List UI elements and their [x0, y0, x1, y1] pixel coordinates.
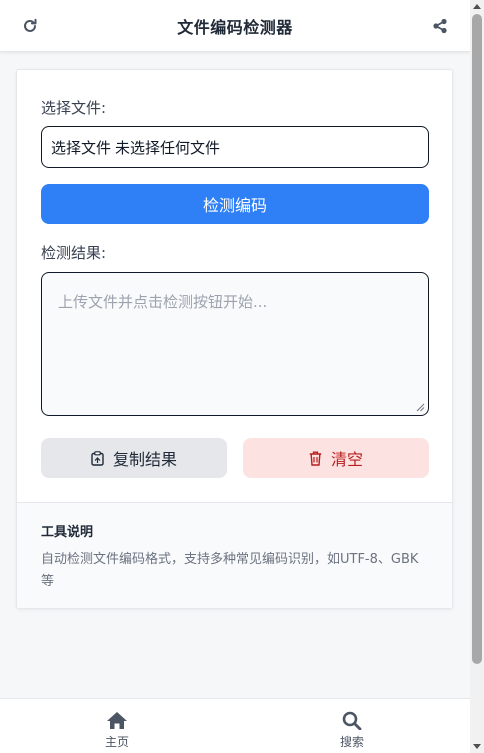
nav-search[interactable]: 搜索: [322, 711, 382, 750]
detector-card: 选择文件: 选择文件 未选择任何文件 检测编码 检测结果: 上传文件并点击检测按…: [16, 69, 453, 609]
vertical-scrollbar[interactable]: [470, 0, 484, 753]
clear-label: 清空: [330, 450, 363, 469]
detect-encoding-button[interactable]: 检测编码: [41, 184, 429, 224]
scroll-down-arrow-icon[interactable]: [473, 744, 481, 749]
file-label: 选择文件:: [41, 99, 107, 117]
tool-info-title: 工具说明: [41, 525, 94, 540]
result-textarea[interactable]: 上传文件并点击检测按钮开始...: [41, 272, 429, 416]
clipboard-icon: [91, 450, 104, 466]
choose-file-button[interactable]: 选择文件: [51, 137, 111, 158]
copy-result-button[interactable]: 复制结果: [41, 438, 227, 478]
trash-icon: [309, 451, 322, 466]
refresh-button[interactable]: [20, 16, 40, 36]
bottom-navigation: 主页 搜索: [0, 698, 470, 753]
home-icon: [107, 712, 127, 729]
nav-home-label: 主页: [104, 735, 129, 749]
scroll-up-arrow-icon[interactable]: [473, 4, 481, 9]
nav-search-label: 搜索: [339, 735, 364, 749]
search-icon: [342, 711, 362, 730]
nav-home[interactable]: 主页: [87, 711, 147, 750]
tool-info-section: 工具说明 自动检测文件编码格式，支持多种常见编码识别，如UTF-8、GBK等: [17, 502, 452, 608]
tool-info-description: 自动检测文件编码格式，支持多种常见编码识别，如UTF-8、GBK等: [41, 552, 419, 589]
result-placeholder: 上传文件并点击检测按钮开始...: [58, 293, 268, 311]
page-title: 文件编码检测器: [177, 17, 293, 37]
result-label: 检测结果:: [41, 244, 107, 262]
app-viewport: 文件编码检测器 选择文件: 选择文件 未选择任何文件 检测编码 检测结果: 上传…: [0, 0, 484, 753]
refresh-icon: [24, 18, 37, 32]
copy-result-label: 复制结果: [112, 450, 177, 469]
app-header: 文件编码检测器: [0, 0, 470, 52]
scrollbar-thumb[interactable]: [472, 14, 482, 664]
share-icon: [433, 18, 447, 34]
file-status-text: 未选择任何文件: [115, 138, 221, 157]
clear-button[interactable]: 清空: [243, 438, 429, 478]
share-button[interactable]: [430, 16, 450, 36]
resize-grip-icon[interactable]: [416, 403, 425, 412]
file-input[interactable]: 选择文件 未选择任何文件: [41, 126, 429, 168]
